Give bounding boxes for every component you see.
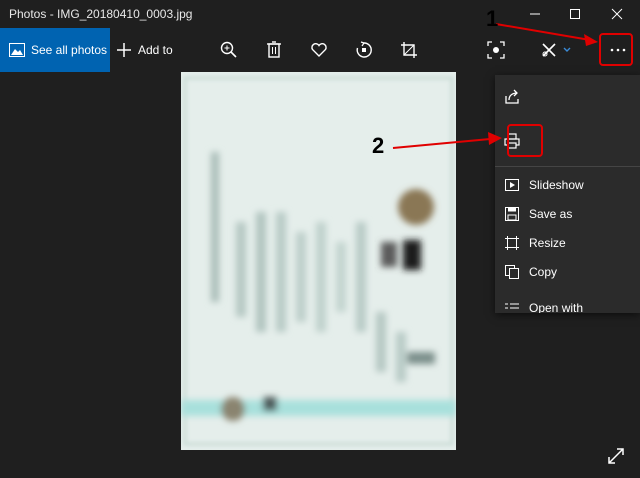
annotation-box-more (599, 33, 633, 66)
annotation-label-step-1: 1 (486, 6, 499, 31)
annotation-box-print (507, 124, 543, 157)
annotation-overlay (392, 23, 598, 149)
annotation-label-step-2: 2 (372, 133, 385, 158)
